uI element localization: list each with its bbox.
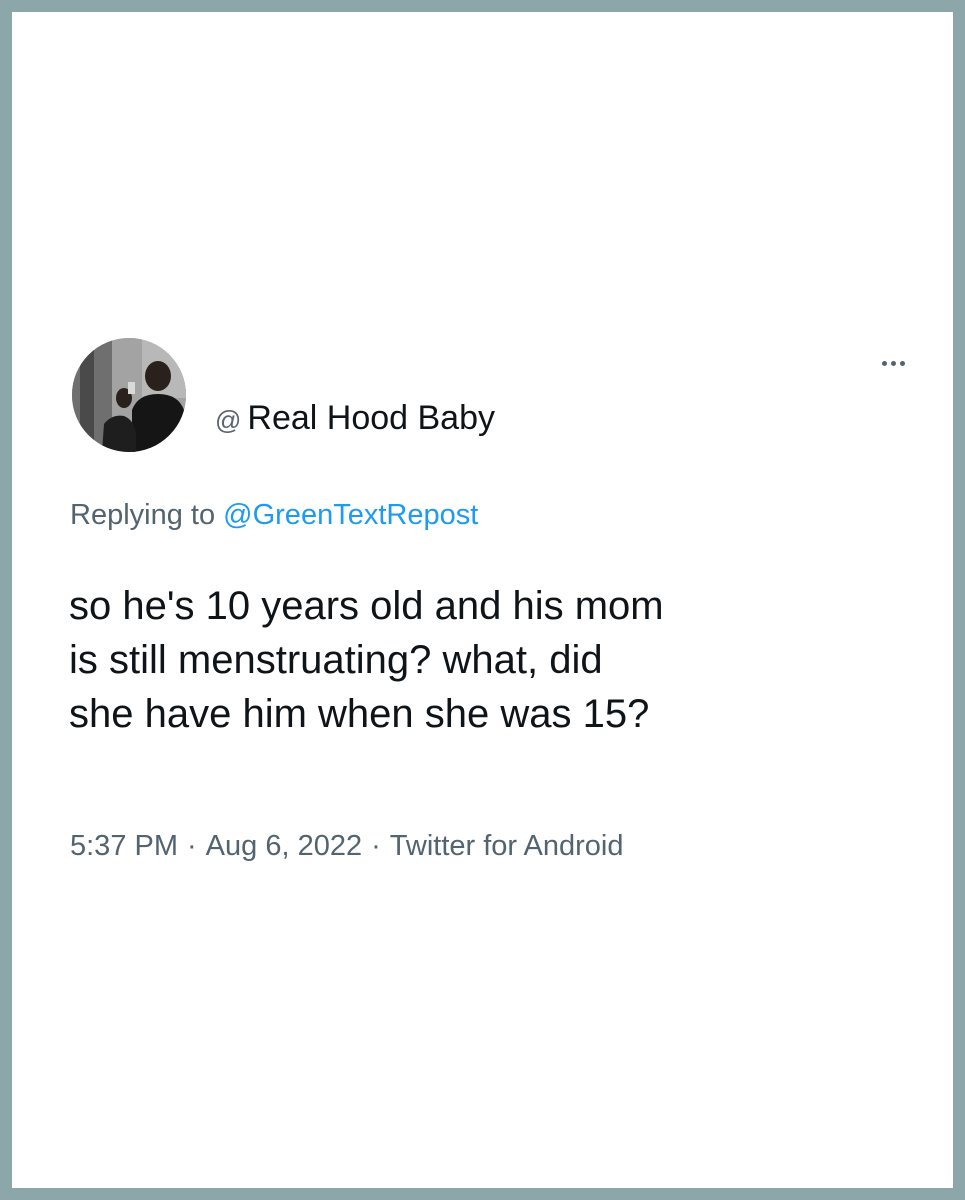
avatar[interactable] — [72, 338, 186, 452]
tweet-date[interactable]: Aug 6, 2022 — [206, 830, 362, 862]
replying-to-mention[interactable]: @GreenTextRepost — [223, 499, 478, 531]
separator-dot: · — [371, 830, 381, 862]
tweet-text-line: is still menstruating? what, did — [69, 638, 603, 682]
more-horizontal-icon-dot — [899, 360, 905, 366]
avatar-image — [72, 338, 186, 452]
more-options-button[interactable] — [868, 348, 918, 378]
separator-dot: · — [187, 830, 197, 862]
tweet-text-line: so he's 10 years old and his mom — [69, 584, 664, 628]
more-horizontal-icon-dot — [890, 360, 896, 366]
tweet-text: so he's 10 years old and his mom is stil… — [69, 579, 929, 741]
author-name[interactable]: Real Hood Baby — [247, 399, 495, 437]
tweet-metadata: 5:37 PM · Aug 6, 2022 · Twitter for Android — [70, 826, 623, 866]
more-horizontal-icon — [881, 360, 887, 366]
tweet-time[interactable]: 5:37 PM — [70, 830, 178, 862]
tweet-text-line: she have him when she was 15? — [69, 692, 650, 736]
replying-to-line: Replying to @GreenTextRepost — [70, 495, 478, 535]
replying-label: Replying to — [70, 499, 216, 531]
at-symbol: @ — [215, 405, 242, 435]
tweet-card: @ Real Hood Baby Replying to @GreenTextRe… — [12, 12, 953, 1188]
author-handle[interactable]: @ Real Hood Baby — [215, 396, 495, 447]
tweet-source[interactable]: Twitter for Android — [390, 830, 624, 862]
